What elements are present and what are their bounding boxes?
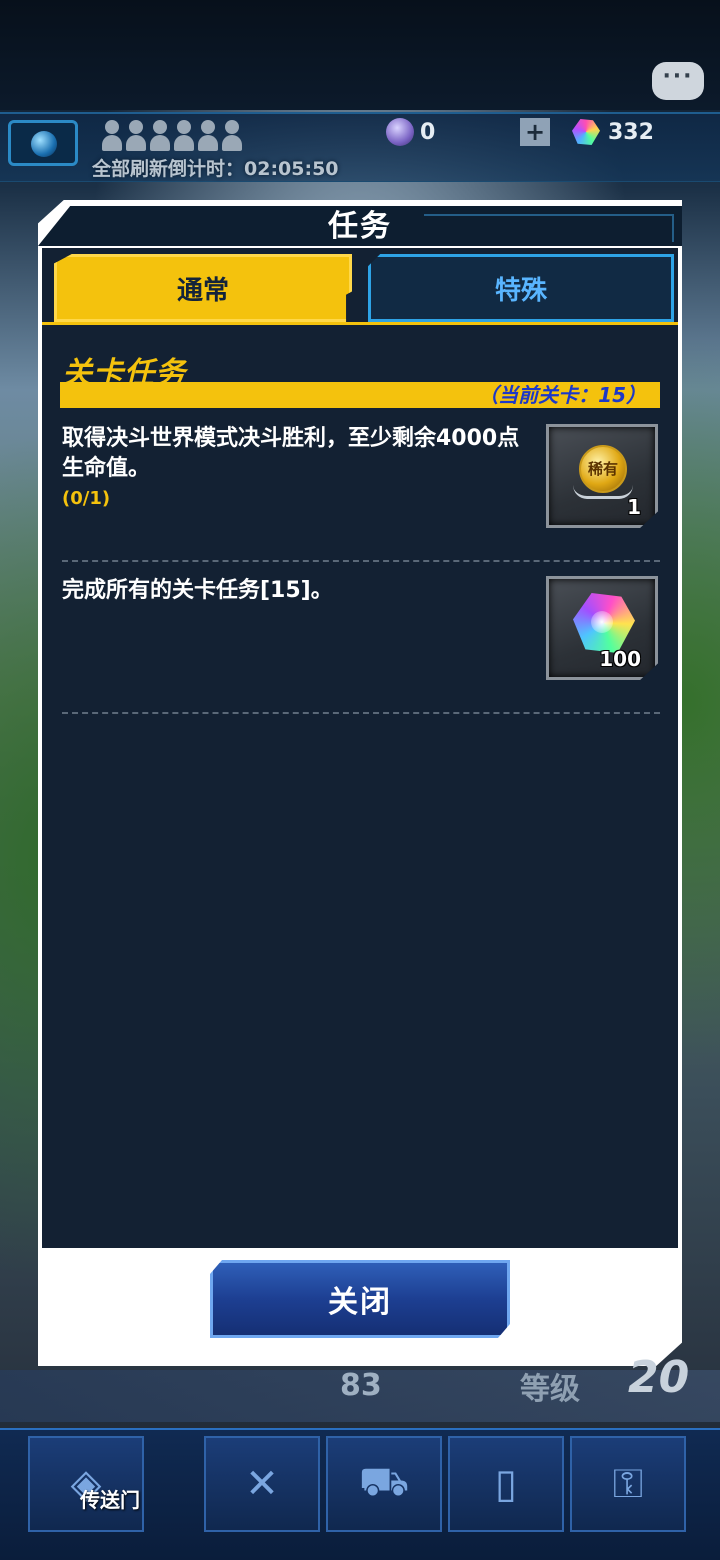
hud-stat-value: 83 [340,1368,382,1403]
shop-cart-icon[interactable]: ⛟ [326,1436,442,1532]
tab-normal[interactable]: 通常 [54,254,352,322]
chat-bubble-icon[interactable]: ··· [652,62,704,100]
quest-divider [62,712,660,714]
coin-counter: 0 [386,116,435,148]
tab-normal-label: 通常 [176,275,229,306]
player-slots [100,118,244,154]
quest-item: 完成所有的关卡任务[15]。 100 [62,576,660,726]
top-banner [0,0,720,110]
coin-icon [386,118,414,146]
locked-icon[interactable]: ⚿ [570,1436,686,1532]
gem-shine [591,611,613,633]
quest-dialog: 任务 通常 特殊 关卡任务 （当前关卡：15） 取得决斗世界模式决斗胜利，至少剩… [38,200,682,1366]
player-silhouette-icon [220,118,244,154]
section-stripe: （当前关卡：15） [60,382,660,408]
player-silhouette-icon [172,118,196,154]
hud-level-value: 20 [628,1352,690,1403]
title-decoration [424,214,674,242]
reward-count: 100 [599,647,641,671]
tab-bar: 通常 特殊 [42,248,678,328]
reward-count: 1 [627,495,641,519]
tab-special-label: 特殊 [494,275,547,306]
gem-icon [572,119,600,145]
gate-label: 传送门 [80,1488,140,1512]
quest-description: 完成所有的关卡任务[15]。 [62,578,333,603]
add-gems-button[interactable]: + [520,118,550,146]
gem-count: 332 [608,119,654,145]
coin-count: 0 [420,119,436,145]
close-button[interactable]: 关闭 [210,1260,510,1338]
world-globe-icon[interactable] [8,120,78,166]
player-silhouette-icon [196,118,220,154]
quest-divider [62,560,660,562]
tab-underline [42,322,678,325]
tab-special[interactable]: 特殊 [368,254,674,322]
close-button-label: 关闭 [328,1285,392,1320]
quest-description: 取得决斗世界模式决斗胜利，至少剩余4000点生命值。 [62,426,520,481]
dialog-body: 通常 特殊 关卡任务 （当前关卡：15） 取得决斗世界模式决斗胜利，至少剩余40… [42,248,678,1248]
deck-cards-icon[interactable]: ▯ [448,1436,564,1532]
medal-wreath-icon [573,485,633,499]
player-silhouette-icon [148,118,172,154]
player-silhouette-icon [124,118,148,154]
status-bar: 全部刷新倒计时：02:05:50 0 + 332 [0,112,720,182]
reward-slot[interactable]: 100 [546,576,658,680]
gem-counter: 332 [572,116,654,148]
reward-slot[interactable]: 稀有 1 [546,424,658,528]
quest-item: 取得决斗世界模式决斗胜利，至少剩余4000点生命值。 (0/1) 稀有 1 [62,424,660,574]
hud-level-label: 等级 [520,1372,580,1407]
dialog-title-bar: 任务 [38,206,682,246]
duel-swords-icon[interactable]: ✕ [204,1436,320,1532]
quest-progress: (0/1) [62,488,111,509]
refresh-countdown: 全部刷新倒计时：02:05:50 [92,158,339,180]
current-stage-info: （当前关卡：15） [478,383,646,407]
player-silhouette-icon [100,118,124,154]
